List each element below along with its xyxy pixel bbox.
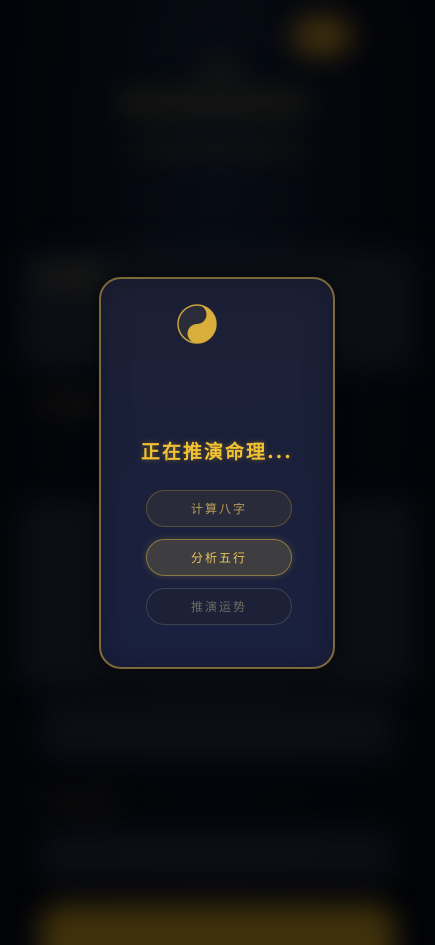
loading-modal: 正在推演命理... 计算八字 分析五行 推演运势 bbox=[99, 277, 335, 669]
loading-title: 正在推演命理... bbox=[141, 441, 293, 463]
yin-yang-icon bbox=[177, 304, 217, 344]
step-label: 推演运势 bbox=[190, 600, 247, 614]
step-predict-fortune: 推演运势 bbox=[146, 588, 292, 625]
step-calculate-bazi: 计算八字 bbox=[146, 490, 292, 527]
step-label: 计算八字 bbox=[190, 502, 247, 516]
page: 正在推演命理... 计算八字 分析五行 推演运势 bbox=[0, 0, 435, 945]
step-label: 分析五行 bbox=[190, 551, 247, 565]
step-analyze-wuxing: 分析五行 bbox=[146, 539, 292, 576]
